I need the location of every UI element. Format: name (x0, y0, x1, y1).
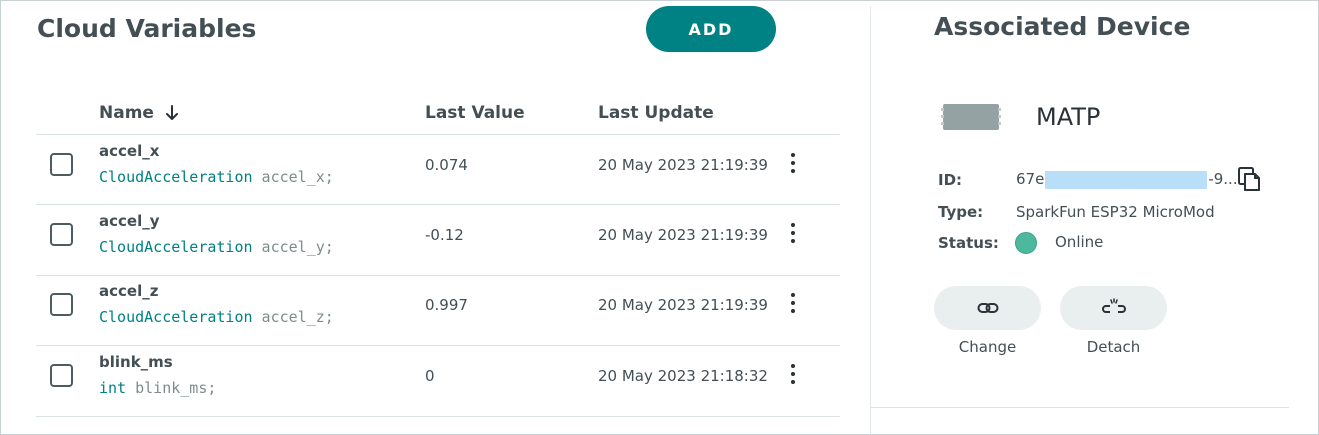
variable-decl-name: accel_x; (252, 168, 334, 186)
device-id: 67e -9... (1016, 170, 1238, 189)
variable-last-update: 20 May 2023 21:19:39 (598, 296, 768, 314)
panel-divider (870, 6, 871, 435)
table-row: accel_z CloudAcceleration accel_z; 0.997… (36, 275, 840, 345)
variable-last-update: 20 May 2023 21:19:39 (598, 156, 768, 174)
column-name-label: Name (99, 103, 154, 123)
row-checkbox[interactable] (50, 293, 73, 316)
status-label: Status: (938, 234, 999, 252)
right-panel-divider (871, 407, 1289, 408)
detach-label: Detach (1086, 338, 1141, 356)
variable-last-update: 20 May 2023 21:19:39 (598, 226, 768, 244)
kebab-menu-icon[interactable] (788, 223, 798, 247)
table-row: accel_x CloudAcceleration accel_x; 0.074… (36, 135, 840, 205)
associated-device-title: Associated Device (934, 12, 1191, 41)
device-id-prefix: 67e (1016, 170, 1045, 188)
detach-device-button[interactable] (1060, 286, 1167, 330)
table-row: blink_ms int blink_ms; 0 20 May 2023 21:… (36, 346, 840, 416)
board-icon (941, 104, 1001, 130)
variable-type: int (99, 379, 127, 397)
variable-type: CloudAcceleration (99, 308, 253, 326)
column-header-last-update[interactable]: Last Update (598, 103, 714, 123)
status-online-indicator (1015, 232, 1037, 254)
id-label: ID: (938, 171, 963, 189)
variable-name: accel_x (99, 142, 160, 160)
device-status: Online (1055, 233, 1104, 251)
variable-last-update: 20 May 2023 21:18:32 (598, 367, 768, 385)
unlink-icon (1101, 298, 1126, 313)
variable-declaration: CloudAcceleration accel_x; (99, 168, 334, 186)
variable-name: blink_ms (99, 353, 173, 371)
link-icon (977, 303, 998, 313)
sort-arrow-down-icon[interactable] (164, 104, 180, 122)
kebab-menu-icon[interactable] (788, 364, 798, 388)
variable-declaration: CloudAcceleration accel_z; (99, 308, 334, 326)
variable-last-value: 0.997 (425, 296, 468, 314)
redacted-block (1045, 170, 1208, 189)
variable-last-value: 0 (425, 367, 435, 385)
variable-name: accel_y (99, 212, 160, 230)
row-divider (36, 416, 840, 417)
table-row: accel_y CloudAcceleration accel_y; -0.12… (36, 205, 840, 275)
cloud-variables-title: Cloud Variables (37, 14, 257, 43)
row-checkbox[interactable] (50, 364, 73, 387)
device-name: MATP (1036, 103, 1101, 131)
change-device-button[interactable] (934, 286, 1041, 330)
variable-declaration: int blink_ms; (99, 379, 216, 397)
change-label: Change (958, 338, 1017, 356)
row-checkbox[interactable] (50, 153, 73, 176)
variable-decl-name: accel_y; (252, 238, 334, 256)
variable-type: CloudAcceleration (99, 238, 253, 256)
variable-decl-name: blink_ms; (126, 379, 217, 397)
row-checkbox[interactable] (50, 223, 73, 246)
device-id-suffix: -9... (1208, 170, 1238, 188)
kebab-menu-icon[interactable] (788, 153, 798, 177)
variable-last-value: -0.12 (425, 226, 464, 244)
variable-last-value: 0.074 (425, 156, 468, 174)
copy-icon[interactable] (1237, 166, 1263, 192)
add-variable-button[interactable]: ADD (646, 6, 776, 52)
column-header-last-value[interactable]: Last Value (425, 103, 525, 123)
variable-type: CloudAcceleration (99, 168, 253, 186)
column-header-name[interactable]: Name (99, 103, 180, 123)
kebab-menu-icon[interactable] (788, 293, 798, 317)
device-type: SparkFun ESP32 MicroMod (1016, 203, 1215, 221)
variable-decl-name: accel_z; (252, 308, 334, 326)
variable-name: accel_z (99, 282, 159, 300)
variable-declaration: CloudAcceleration accel_y; (99, 238, 334, 256)
type-label: Type: (938, 203, 984, 221)
